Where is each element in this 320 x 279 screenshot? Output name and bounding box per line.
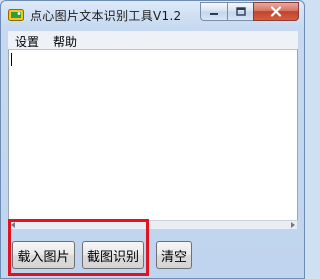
scroll-right-arrow-icon[interactable] [291,222,295,228]
minimize-icon [210,12,218,15]
menu-settings[interactable]: 设置 [15,33,39,50]
minimize-button[interactable] [200,2,227,21]
title-bar[interactable]: 点心图片文本识别工具V1.2 [1,1,304,29]
menu-bar: 设置 帮助 [8,31,298,49]
text-caret [11,53,12,66]
maximize-button[interactable] [227,2,253,21]
result-textarea[interactable] [8,49,298,221]
menu-help[interactable]: 帮助 [53,33,77,50]
window-title: 点心图片文本识别工具V1.2 [30,9,182,23]
app-window: 点心图片文本识别工具V1.2 设置 帮助 载入图片 截图识别 清空 [0,0,305,279]
close-icon [270,6,282,17]
close-button[interactable] [253,2,299,21]
clear-button[interactable]: 清空 [156,241,192,269]
app-icon [8,9,24,21]
maximize-icon [235,7,246,16]
highlight-annotation-box [8,219,149,276]
